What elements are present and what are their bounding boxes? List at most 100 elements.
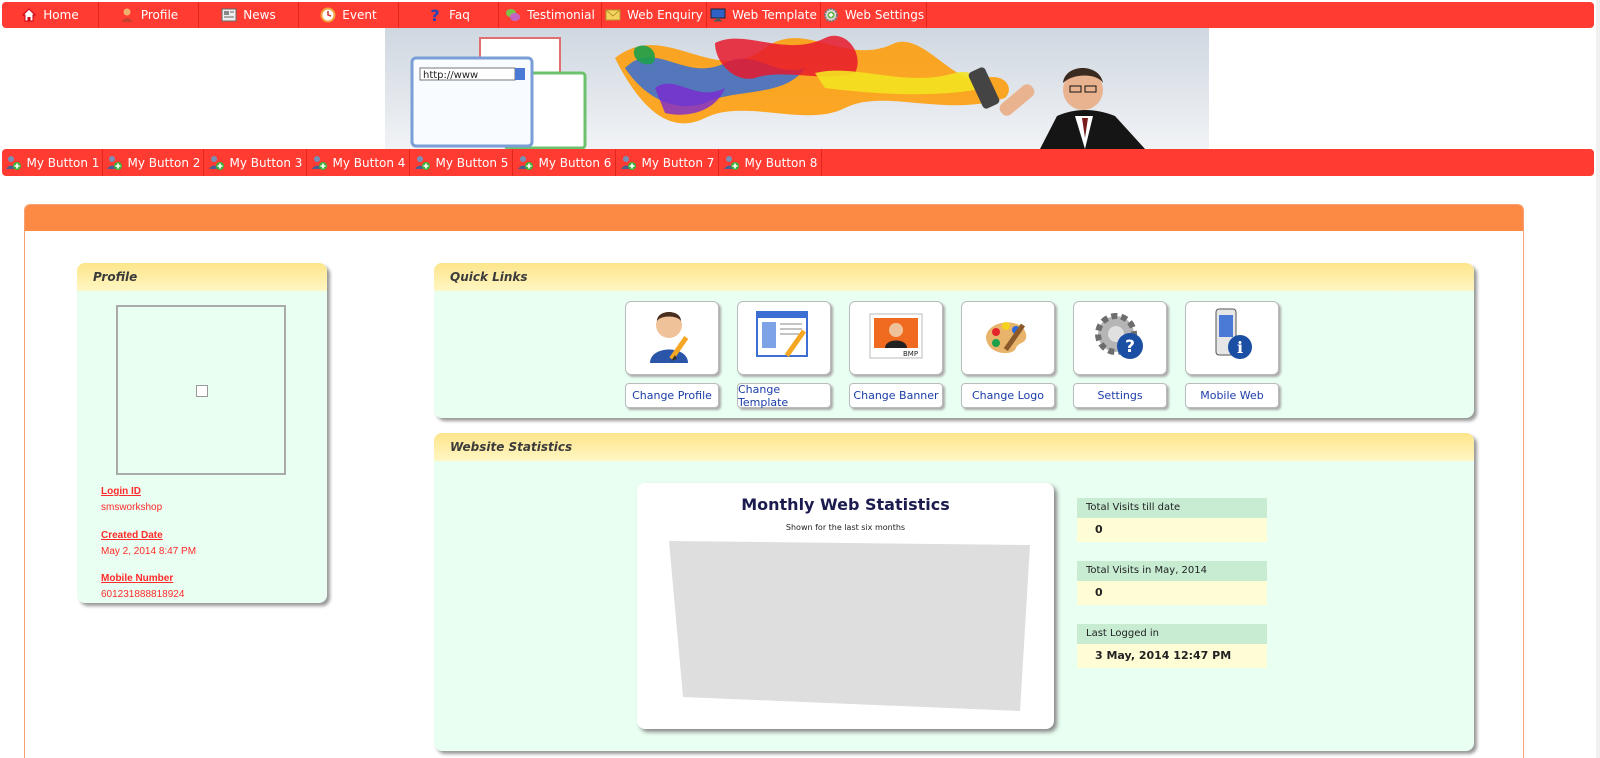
- sub-nav-label: My Button 8: [744, 155, 818, 170]
- nav-web-enquiry[interactable]: Web Enquiry: [602, 2, 707, 28]
- nav-label: Home: [43, 8, 79, 22]
- nav-label: Web Enquiry: [627, 8, 703, 22]
- created-date-label[interactable]: Created Date: [101, 530, 163, 541]
- users-add-icon: [208, 155, 224, 171]
- quick-links-box: Quick Links BMP ? i Change Profile Chang…: [434, 263, 1474, 418]
- sub-nav-label: My Button 5: [435, 155, 509, 170]
- month-visits-label: Total Visits in May, 2014: [1077, 561, 1267, 581]
- palette-icon: [982, 312, 1034, 364]
- nav-label: Profile: [140, 8, 179, 22]
- mobile-web-button[interactable]: Mobile Web: [1185, 383, 1279, 408]
- users-add-icon: [517, 155, 533, 171]
- clock-icon: [320, 7, 336, 23]
- login-id-value: smsworkshop: [101, 502, 163, 513]
- nav-home[interactable]: Home: [2, 2, 99, 28]
- svg-text:?: ?: [430, 7, 439, 23]
- my-button-1[interactable]: My Button 1: [2, 149, 103, 176]
- main-panel-header: [25, 205, 1523, 231]
- mobile-web-tile[interactable]: i: [1185, 301, 1279, 375]
- banner-url-text: http://www: [423, 70, 478, 81]
- banner-image-icon: BMP: [868, 312, 924, 364]
- mobile-number-value: 601231888818924: [101, 589, 185, 600]
- broken-image-icon: [196, 385, 208, 397]
- gear-help-icon: ?: [1092, 308, 1148, 368]
- sub-nav-label: My Button 2: [127, 155, 201, 170]
- profile-box-title: Profile: [77, 263, 327, 291]
- users-add-icon: [620, 155, 636, 171]
- chart-plot-area: [669, 541, 1030, 711]
- nav-label: Web Settings: [844, 8, 925, 22]
- my-button-4[interactable]: My Button 4: [307, 149, 410, 176]
- monitor-icon: [710, 7, 726, 23]
- users-add-icon: [311, 155, 327, 171]
- user-edit-icon: [647, 307, 697, 369]
- newspaper-icon: [221, 7, 237, 23]
- svg-text:BMP: BMP: [903, 350, 918, 358]
- my-button-7[interactable]: My Button 7: [616, 149, 719, 176]
- settings-tile[interactable]: ?: [1073, 301, 1167, 375]
- my-button-2[interactable]: My Button 2: [103, 149, 204, 176]
- users-add-icon: [414, 155, 430, 171]
- nav-label: News: [243, 8, 276, 22]
- users-add-icon: [5, 155, 21, 171]
- change-banner-button[interactable]: Change Banner: [849, 383, 943, 408]
- users-add-icon: [106, 155, 122, 171]
- mobile-number-label[interactable]: Mobile Number: [101, 573, 173, 584]
- nav-label: Testimonial: [527, 8, 595, 22]
- chat-bubbles-icon: [505, 7, 521, 23]
- my-button-8[interactable]: My Button 8: [719, 149, 822, 176]
- nav-label: Web Template: [732, 8, 817, 22]
- home-icon: [21, 7, 37, 23]
- svg-text:i: i: [1237, 338, 1243, 357]
- login-id-label[interactable]: Login ID: [101, 486, 141, 497]
- sub-nav-label: My Button 1: [26, 155, 100, 170]
- question-icon: ?: [427, 6, 443, 25]
- change-profile-tile[interactable]: [625, 301, 719, 375]
- sub-nav-label: My Button 4: [332, 155, 406, 170]
- last-logged-value: 3 May, 2014 12:47 PM: [1077, 644, 1267, 668]
- website-statistics-box: Website Statistics Monthly Web Statistic…: [434, 433, 1474, 751]
- nav-testimonial[interactable]: Testimonial: [499, 2, 602, 28]
- svg-text:?: ?: [1125, 337, 1135, 357]
- change-logo-button[interactable]: Change Logo: [961, 383, 1055, 408]
- sub-nav: My Button 1 My Button 2 My Button 3 My B…: [2, 149, 1594, 176]
- change-logo-tile[interactable]: [961, 301, 1055, 375]
- my-button-6[interactable]: My Button 6: [513, 149, 616, 176]
- users-add-icon: [723, 155, 739, 171]
- profile-photo: [116, 305, 286, 475]
- nav-news[interactable]: News: [199, 2, 299, 28]
- sub-nav-label: My Button 6: [538, 155, 612, 170]
- nav-faq[interactable]: ? Faq: [399, 2, 499, 28]
- total-visits-label: Total Visits till date: [1077, 498, 1267, 518]
- top-nav: Home Profile News Event ? Faq Testimonia…: [2, 2, 1594, 28]
- sub-nav-label: My Button 3: [229, 155, 303, 170]
- my-button-3[interactable]: My Button 3: [204, 149, 307, 176]
- envelope-icon: [605, 7, 621, 23]
- created-date-value: May 2, 2014 8:47 PM: [101, 546, 197, 557]
- change-template-button[interactable]: Change Template: [737, 383, 831, 409]
- header-banner: http://www: [385, 28, 1209, 149]
- vertical-scrollbar[interactable]: [1596, 0, 1600, 758]
- nav-web-template[interactable]: Web Template: [707, 2, 821, 28]
- monthly-stats-chart: Monthly Web Statistics Shown for the las…: [637, 483, 1054, 729]
- nav-label: Event: [342, 8, 377, 22]
- total-visits-value: 0: [1077, 518, 1267, 542]
- settings-button[interactable]: Settings: [1073, 383, 1167, 408]
- sub-nav-label: My Button 7: [641, 155, 715, 170]
- nav-web-settings[interactable]: Web Settings: [821, 2, 927, 28]
- nav-label: Faq: [449, 8, 470, 22]
- nav-event[interactable]: Event: [299, 2, 399, 28]
- template-edit-icon: [755, 310, 813, 366]
- quick-links-title: Quick Links: [434, 263, 1474, 291]
- month-visits-value: 0: [1077, 581, 1267, 605]
- nav-profile[interactable]: Profile: [99, 2, 199, 28]
- change-template-tile[interactable]: [737, 301, 831, 375]
- last-logged-label: Last Logged in: [1077, 624, 1267, 644]
- gear-plus-icon: [823, 7, 839, 23]
- change-profile-button[interactable]: Change Profile: [625, 383, 719, 408]
- profile-box: Profile Login ID smsworkshop Created Dat…: [77, 263, 327, 603]
- my-button-5[interactable]: My Button 5: [410, 149, 513, 176]
- website-statistics-title: Website Statistics: [434, 433, 1474, 461]
- change-banner-tile[interactable]: BMP: [849, 301, 943, 375]
- user-icon: [119, 7, 135, 23]
